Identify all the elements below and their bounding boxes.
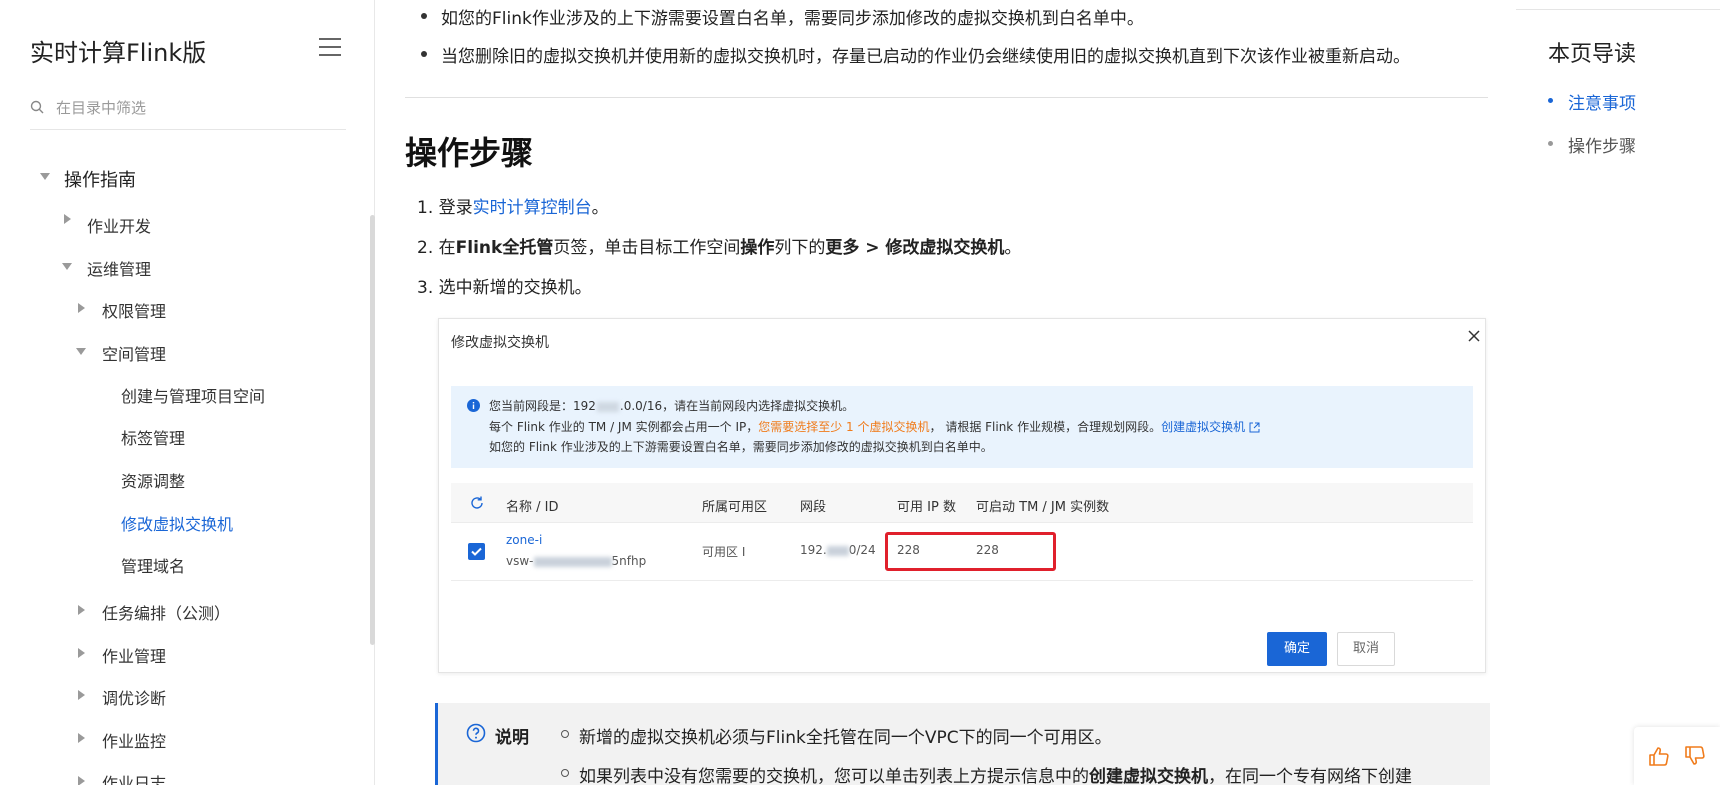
cidr-cell: 192. 0/24 bbox=[800, 543, 876, 557]
caret-right-icon[interactable] bbox=[64, 214, 71, 224]
column-header: 可启动 TM / JM 实例数 bbox=[976, 500, 1110, 515]
sidebar-scrollbar[interactable] bbox=[370, 215, 375, 645]
close-icon bbox=[1468, 330, 1480, 342]
dialog-screenshot: 修改虚拟交换机 您当前网段是：192.0.0/16，请在当前网段内选择虚拟交换机… bbox=[438, 318, 1486, 673]
step-2: 2. 在Flink全托管页签，单击目标工作空间操作列下的更多 > 修改虚拟交换机… bbox=[417, 238, 1022, 258]
sidebar-item-job-management[interactable]: 作业管理 bbox=[102, 643, 166, 667]
external-link-icon bbox=[1249, 422, 1260, 433]
bullet-dot bbox=[421, 13, 427, 19]
info-icon bbox=[467, 399, 480, 412]
menu-icon[interactable] bbox=[319, 38, 341, 56]
confirm-button: 确定 bbox=[1267, 632, 1327, 666]
step-3: 3. 选中新增的交换机。 bbox=[417, 278, 592, 298]
sidebar-item-task-orchestration[interactable]: 任务编排（公测） bbox=[102, 600, 230, 624]
create-vswitch-link: 创建虚拟交换机 bbox=[1161, 420, 1246, 434]
sidebar-item-create-project-space[interactable]: 创建与管理项目空间 bbox=[121, 383, 265, 407]
thumbs-up-icon[interactable] bbox=[1648, 745, 1670, 767]
feedback-widget bbox=[1634, 727, 1720, 785]
sidebar-title[interactable]: 实时计算Flink版 bbox=[30, 33, 206, 68]
bullet-dot bbox=[421, 51, 427, 57]
sidebar-item-ops-management[interactable]: 运维管理 bbox=[87, 256, 151, 280]
divider bbox=[1516, 9, 1720, 10]
sidebar-item-space-management[interactable]: 空间管理 bbox=[102, 341, 166, 365]
divider bbox=[405, 97, 1488, 98]
sidebar: 实时计算Flink版 操作指南 作业开发 运维管理 权限管理 空间管理 创建与管… bbox=[0, 0, 375, 785]
vswitch-id: vsw- 5nfhp bbox=[506, 554, 647, 568]
sidebar-item-job-monitoring[interactable]: 作业监控 bbox=[102, 728, 166, 752]
sidebar-item-modify-vswitch[interactable]: 修改虚拟交换机 bbox=[121, 511, 233, 535]
checkbox-checked bbox=[468, 543, 485, 560]
column-header: 所属可用区 bbox=[702, 500, 768, 515]
caret-down-icon[interactable] bbox=[76, 348, 86, 355]
column-header: 网段 bbox=[800, 500, 827, 515]
sidebar-item-domain-management[interactable]: 管理域名 bbox=[121, 553, 185, 577]
caret-right-icon[interactable] bbox=[78, 605, 85, 615]
refresh-icon bbox=[471, 496, 483, 509]
caret-right-icon[interactable] bbox=[78, 303, 85, 313]
zone-cell: 可用区 I bbox=[702, 545, 746, 559]
step-1: 1. 登录实时计算控制台。 bbox=[417, 198, 609, 218]
notice-line: 如您的 Flink 作业涉及的上下游需要设置白名单，需要同步添加修改的虚拟交换机… bbox=[489, 440, 993, 454]
highlight-box bbox=[885, 532, 1056, 571]
check-icon bbox=[471, 547, 482, 556]
caret-right-icon[interactable] bbox=[78, 776, 85, 785]
note-box: 说明 新增的虚拟交换机必须与Flink全托管在同一个VPC下的同一个可用区。 如… bbox=[435, 703, 1490, 785]
search-input[interactable] bbox=[56, 94, 336, 122]
caret-right-icon[interactable] bbox=[78, 733, 85, 743]
main-content: 如您的Flink作业涉及的上下游需要设置白名单，需要同步添加修改的虚拟交换机到白… bbox=[405, 0, 1490, 785]
table-header: 名称 / ID 所属可用区 网段 可用 IP 数 可启动 TM / JM 实例数 bbox=[451, 483, 1473, 523]
sidebar-item-job-logs[interactable]: 作业日志 bbox=[102, 770, 166, 785]
sidebar-item-permission[interactable]: 权限管理 bbox=[102, 298, 166, 322]
sidebar-item-tuning-diagnosis[interactable]: 调优诊断 bbox=[102, 685, 166, 709]
console-link[interactable]: 实时计算控制台 bbox=[473, 198, 592, 218]
sidebar-item-operation-guide[interactable]: 操作指南 bbox=[64, 166, 136, 192]
caret-down-icon[interactable] bbox=[62, 263, 72, 270]
sidebar-item-job-development[interactable]: 作业开发 bbox=[87, 213, 151, 237]
help-icon bbox=[466, 723, 486, 743]
notice-banner: 您当前网段是：192.0.0/16，请在当前网段内选择虚拟交换机。 每个 Fli… bbox=[451, 386, 1473, 468]
thumbs-down-icon[interactable] bbox=[1684, 745, 1706, 767]
sidebar-item-resource-adjust[interactable]: 资源调整 bbox=[121, 468, 185, 492]
toc-title: 本页导读 bbox=[1548, 42, 1637, 67]
sidebar-item-tag-management[interactable]: 标签管理 bbox=[121, 425, 185, 449]
search-icon bbox=[30, 100, 44, 114]
note-label: 说明 bbox=[495, 728, 529, 748]
notice-line: 每个 Flink 作业的 TM / JM 实例都会占用一个 IP，您需要选择至少… bbox=[489, 418, 1260, 435]
column-header: 名称 / ID bbox=[506, 500, 559, 515]
sidebar-search bbox=[30, 94, 346, 130]
caret-right-icon[interactable] bbox=[78, 648, 85, 658]
column-header: 可用 IP 数 bbox=[897, 500, 956, 515]
caret-down-icon[interactable] bbox=[40, 173, 50, 180]
vswitch-name: zone-i bbox=[506, 533, 543, 547]
notice-line: 您当前网段是：192.0.0/16，请在当前网段内选择虚拟交换机。 bbox=[489, 399, 855, 413]
dialog-title: 修改虚拟交换机 bbox=[451, 335, 549, 351]
section-heading: 操作步骤 bbox=[405, 134, 534, 172]
cancel-button: 取消 bbox=[1337, 632, 1395, 666]
caret-right-icon[interactable] bbox=[78, 690, 85, 700]
